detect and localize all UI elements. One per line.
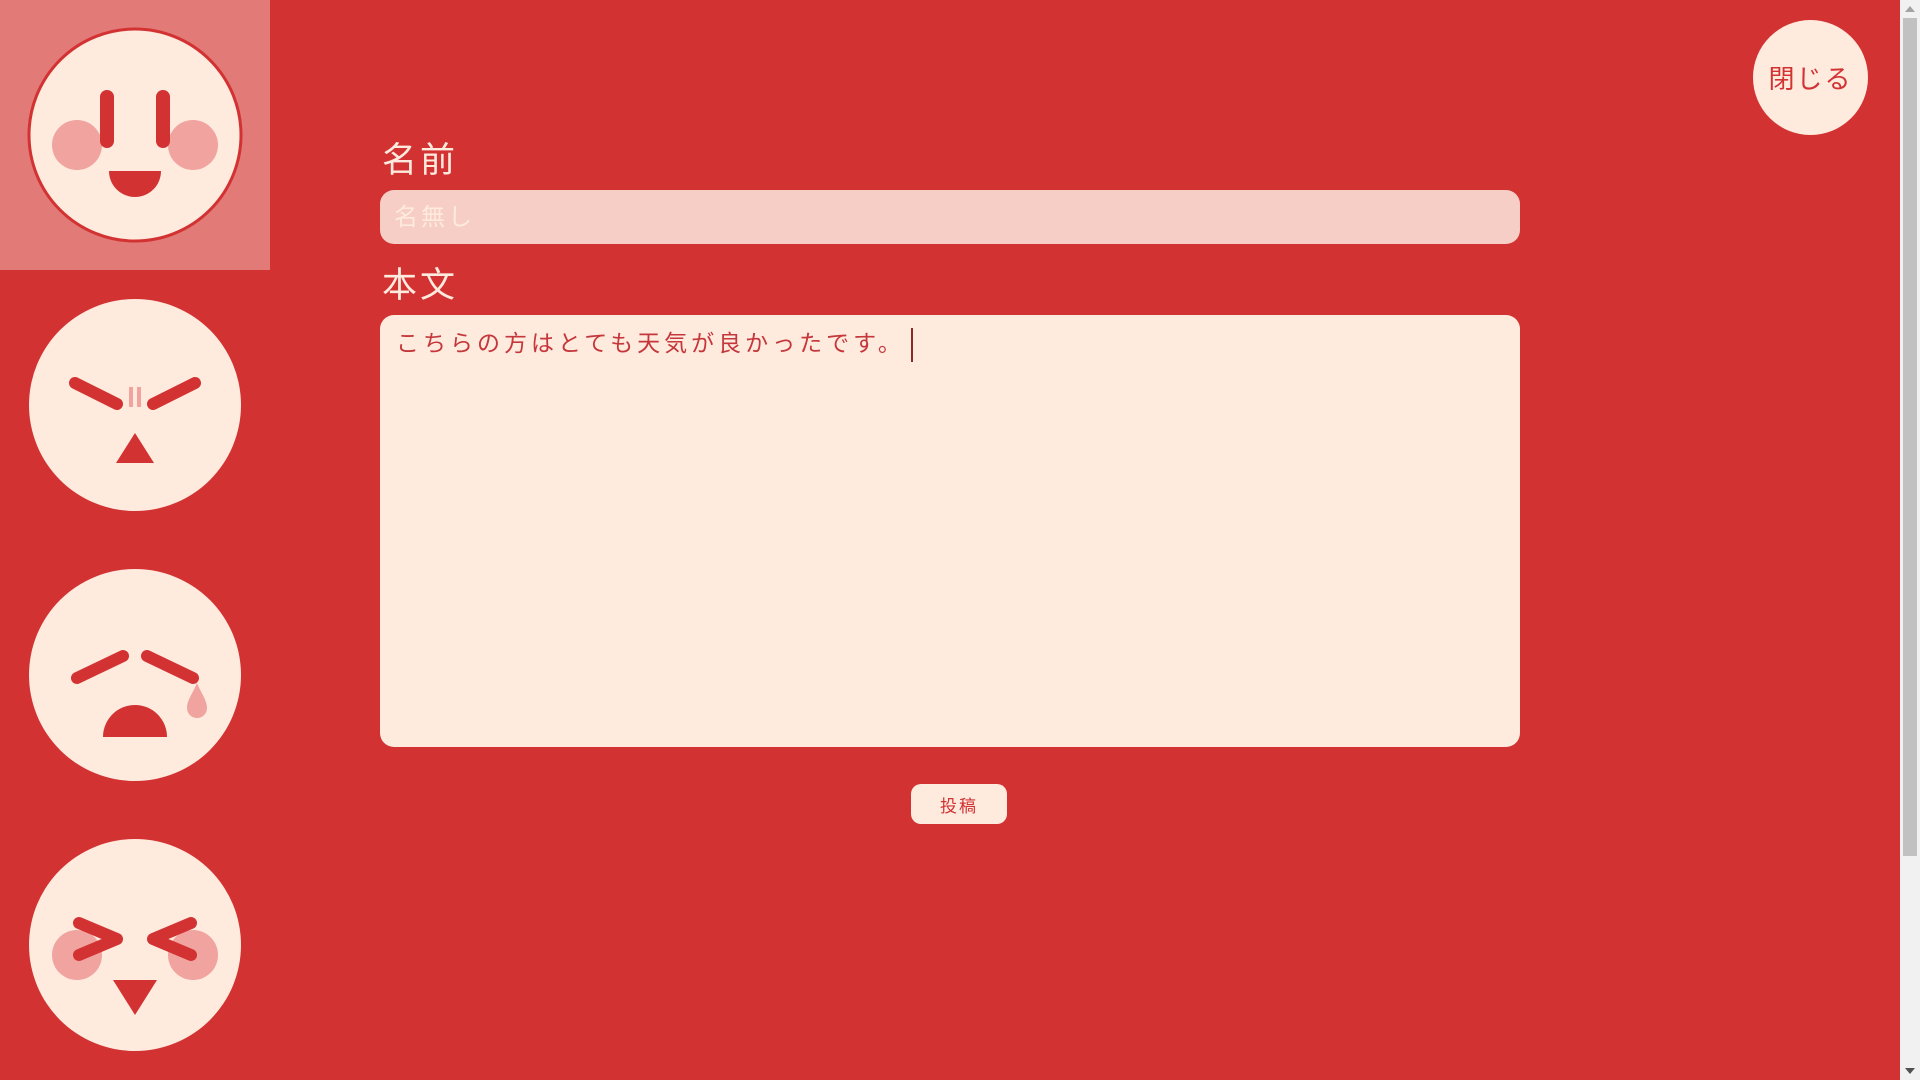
scroll-up-arrow-icon[interactable] (1905, 6, 1915, 12)
name-label: 名前 (382, 141, 459, 181)
smile-face-icon (27, 27, 243, 243)
face-option-excited[interactable] (0, 810, 270, 1080)
name-input[interactable] (380, 190, 1520, 244)
face-option-angry[interactable] (0, 270, 270, 540)
submit-button-label: 投稿 (940, 796, 978, 817)
face-option-smile[interactable] (0, 0, 270, 270)
close-button-label: 閉じる (1768, 65, 1853, 95)
body-label: 本文 (382, 266, 459, 306)
post-form: 名前 本文 こちらの方はとても天気が良かったです。 (380, 135, 1520, 747)
body-textarea[interactable]: こちらの方はとても天気が良かったです。 (380, 315, 1520, 747)
angry-face-icon (29, 299, 241, 511)
face-option-sad[interactable] (0, 540, 270, 810)
close-button[interactable]: 閉じる (1753, 20, 1868, 135)
text-caret (910, 327, 913, 362)
app-window: 閉じる 名前 本文 こちらの方はとても天気が良かったです。 投稿 (0, 0, 1920, 1080)
excited-face-icon (29, 839, 241, 1051)
vertical-scrollbar[interactable] (1900, 0, 1920, 1080)
scroll-down-arrow-icon[interactable] (1905, 1068, 1915, 1074)
body-text: こちらの方はとても天気が良かったです。 (396, 331, 905, 357)
face-selector-sidebar (0, 0, 270, 1080)
scrollbar-thumb[interactable] (1903, 18, 1917, 856)
sad-face-icon (29, 569, 241, 781)
submit-button[interactable]: 投稿 (911, 784, 1007, 824)
